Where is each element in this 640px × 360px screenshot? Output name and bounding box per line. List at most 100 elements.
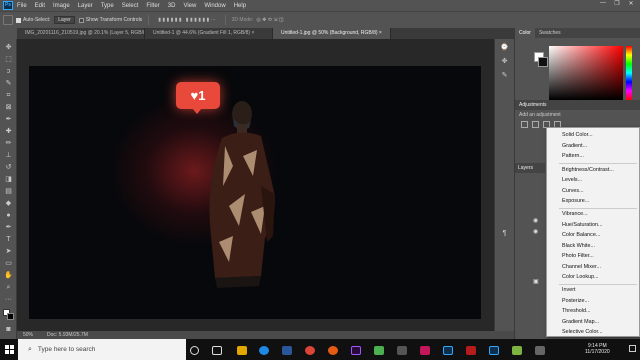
hue-slider[interactable] — [626, 46, 632, 100]
notifications-icon[interactable] — [629, 345, 636, 352]
app-icon[interactable] — [535, 346, 545, 355]
transform-controls-checkbox[interactable] — [78, 17, 84, 23]
menu-item-gradient-map[interactable]: Gradient Map... — [562, 317, 599, 327]
green-app-icon[interactable] — [374, 346, 384, 355]
tab-color[interactable]: Color — [515, 28, 535, 38]
lasso-tool-icon[interactable]: ↄ — [4, 67, 13, 76]
menu-item-threshold[interactable]: Threshold... — [562, 306, 590, 316]
premiere-icon[interactable] — [351, 346, 361, 355]
zoom-tool-icon[interactable]: ⌕ — [4, 283, 13, 292]
align-icons[interactable]: ▮ ▮ ▮ ▮ ▮ ▮ ▮ ▮ ▮ ▮ ▮ ▮ ··· — [158, 17, 215, 23]
eraser-tool-icon[interactable]: ◨ — [4, 175, 13, 184]
menu-item-color-lookup[interactable]: Color Lookup... — [562, 272, 599, 282]
menu-window[interactable]: Window — [204, 3, 225, 9]
layer-lock-icon[interactable]: ▣ — [533, 278, 539, 285]
type-tool-icon[interactable]: T — [4, 235, 13, 244]
frame-tool-icon[interactable]: ⊠ — [4, 103, 13, 112]
brush-settings-icon[interactable]: ✎ — [500, 71, 509, 80]
move-tool-icon[interactable]: ✥ — [4, 43, 13, 52]
task-view-icon[interactable] — [212, 346, 222, 355]
auto-select-checkbox[interactable] — [16, 17, 21, 23]
clone-stamp-tool-icon[interactable]: ⊥ — [4, 151, 13, 160]
mail-icon[interactable] — [282, 346, 292, 355]
auto-select-target-select[interactable]: Layer — [54, 16, 75, 24]
menu-edit[interactable]: Edit — [35, 3, 45, 9]
3d-mode-icons[interactable]: ◎ ✥ ⟲ ⇲ ◫ — [256, 17, 283, 23]
menu-item-solid-color[interactable]: Solid Color... — [562, 130, 593, 140]
menu-item-posterize[interactable]: Posterize... — [562, 296, 589, 306]
menu-item-levels[interactable]: Levels... — [562, 175, 582, 185]
tab-img-20201116[interactable]: IMG_20201116_210519.jpg @ 20.1% (Layer 5… — [17, 28, 145, 39]
firefox-icon[interactable] — [328, 346, 338, 355]
tab-swatches[interactable]: Swatches — [535, 28, 565, 38]
dodge-tool-icon[interactable]: ● — [4, 211, 13, 220]
brightness-adjustment-icon[interactable] — [521, 121, 528, 128]
menu-select[interactable]: Select — [122, 3, 139, 9]
menu-item-vibrance[interactable]: Vibrance... — [562, 209, 588, 219]
menu-item-gradient[interactable]: Gradient... — [562, 141, 587, 151]
background-swatch[interactable] — [538, 57, 548, 67]
background-color-swatch[interactable] — [7, 313, 14, 320]
chrome-icon[interactable] — [305, 346, 315, 355]
tab-untitled-1[interactable]: Untitled-1 @ 44.6% (Gradient Fill 1, RGB… — [145, 28, 273, 39]
history-panel-icon[interactable]: ⌚ — [500, 43, 509, 52]
brush-tool-icon[interactable]: ✏ — [4, 139, 13, 148]
menu-item-color-balance[interactable]: Color Balance... — [562, 230, 600, 240]
menu-item-curves[interactable]: Curves... — [562, 186, 584, 196]
menu-item-invert[interactable]: Invert — [562, 285, 575, 295]
eye-icon[interactable]: ◉ — [533, 228, 538, 235]
pen-tool-icon[interactable]: ✒ — [4, 223, 13, 232]
menu-item-black-white[interactable]: Black White... — [562, 241, 595, 251]
properties-panel-icon[interactable]: ✥ — [500, 57, 509, 66]
menu-item-exposure[interactable]: Exposure... — [562, 196, 589, 206]
more-tools-icon[interactable]: ··· — [4, 295, 13, 304]
maximize-button[interactable]: ❐ — [610, 0, 624, 7]
marquee-tool-icon[interactable]: ⬚ — [4, 55, 13, 64]
menu-view[interactable]: View — [183, 3, 196, 9]
app-icon[interactable] — [512, 346, 522, 355]
layers-panel-title[interactable]: Layers — [515, 163, 545, 173]
menu-item-selective-color[interactable]: Selective Color... — [562, 327, 602, 337]
edge-icon[interactable] — [259, 346, 269, 355]
app-icon[interactable] — [397, 346, 407, 355]
blur-tool-icon[interactable]: ◆ — [4, 199, 13, 208]
history-brush-tool-icon[interactable]: ↺ — [4, 163, 13, 172]
menu-type[interactable]: Type — [101, 3, 114, 9]
clock[interactable]: 9:14 PM 11/17/2020 — [585, 343, 610, 355]
gradient-tool-icon[interactable]: ▤ — [4, 187, 13, 196]
eye-icon[interactable]: ◉ — [533, 217, 538, 224]
taskbar-search-box[interactable]: ⌕ Type here to search — [18, 339, 186, 360]
menu-filter[interactable]: Filter — [146, 3, 159, 9]
cortana-icon[interactable] — [190, 346, 199, 355]
app-icon[interactable] — [420, 346, 430, 355]
quick-mask-icon[interactable]: ◙ — [4, 325, 13, 334]
minimize-button[interactable]: — — [596, 0, 610, 7]
file-explorer-icon[interactable] — [237, 346, 247, 355]
levels-adjustment-icon[interactable] — [532, 121, 539, 128]
menu-layer[interactable]: Layer — [78, 3, 93, 9]
hand-tool-icon[interactable]: ✋ — [4, 271, 13, 280]
color-field[interactable] — [549, 46, 623, 100]
app-icon[interactable] — [466, 346, 476, 355]
start-button[interactable] — [0, 339, 18, 360]
healing-brush-tool-icon[interactable]: ✚ — [4, 127, 13, 136]
photoshop-taskbar-icon[interactable] — [443, 346, 453, 355]
menu-item-photo-filter[interactable]: Photo Filter... — [562, 251, 594, 261]
rectangle-tool-icon[interactable]: ▭ — [4, 259, 13, 268]
menu-3d[interactable]: 3D — [168, 3, 176, 9]
move-tool-icon[interactable] — [3, 15, 13, 25]
menu-item-brightness-contrast[interactable]: Brightness/Contrast... — [562, 165, 614, 175]
crop-tool-icon[interactable]: ⌗ — [4, 91, 13, 100]
close-button[interactable]: ✕ — [624, 0, 638, 7]
menu-image[interactable]: Image — [53, 3, 70, 9]
zoom-level[interactable]: 50% — [23, 332, 33, 338]
menu-item-pattern[interactable]: Pattern... — [562, 151, 584, 161]
eyedropper-tool-icon[interactable]: ✒ — [4, 115, 13, 124]
menu-item-channel-mixer[interactable]: Channel Mixer... — [562, 262, 601, 272]
menu-item-hue-saturation[interactable]: Hue/Saturation... — [562, 220, 602, 230]
image-canvas[interactable]: ♥1 — [29, 66, 481, 319]
photoshop-taskbar-icon[interactable] — [489, 346, 499, 355]
menu-file[interactable]: File — [17, 3, 27, 9]
menu-help[interactable]: Help — [234, 3, 246, 9]
path-select-tool-icon[interactable]: ➤ — [4, 247, 13, 256]
